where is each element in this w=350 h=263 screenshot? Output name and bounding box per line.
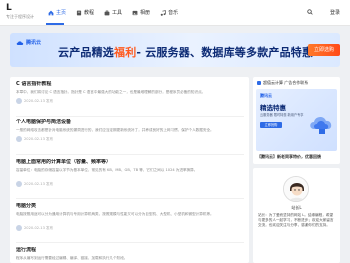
author-avatar <box>16 98 22 104</box>
nav-label: 音乐 <box>168 10 179 16</box>
post-meta: 2020-02-13 发布 <box>16 98 244 104</box>
nav-item-album[interactable]: 相册 <box>130 8 152 17</box>
list-item[interactable]: 运行流程 程序从编写到运行需要经过编辑、编译、链接、加载和执行几个阶段。 <box>16 247 244 263</box>
post-date: 2020-02-13 发布 <box>24 225 54 230</box>
nav-label: 教程 <box>84 10 95 16</box>
post-excerpt: 容量单位：电脑的存储容量以字节为基本单位，常见的有 KB、MB、GB、TB 等，… <box>16 168 198 172</box>
post-meta: 2020-02-13 发布 <box>16 225 244 231</box>
list-item[interactable]: 电脑分类 电脑按照用途可以分为通用计算机与专用计算机两类，按照规模与性能又可以分… <box>16 203 244 243</box>
sidebar-ad-header: 超值云计算 广告合作联系 <box>253 77 340 89</box>
list-item[interactable]: 电脑上面常用的计算单位（容量、频率等） 容量单位：电脑的存储容量以字节为基本单位… <box>16 159 244 199</box>
profile-card: 站长L 站长：为了爱而坚持的网站 L。结缘编程，希望与更多的人一起学习，不断进步… <box>253 168 340 263</box>
profile-name: 站长L <box>291 205 302 210</box>
logo-subtitle: 专注于程序设计 <box>6 14 34 19</box>
post-title[interactable]: 个人电脑保护与简洁设备 <box>16 119 244 126</box>
article-list: C 语言指针教程 本章中，我们将讨论 C 语言指针。指针是 C 语言中最强大的功… <box>10 77 249 263</box>
home-icon <box>48 10 54 15</box>
post-title[interactable]: 运行流程 <box>16 247 244 254</box>
post-excerpt: 电脑按照用途可以分为通用计算机与专用计算机两类，按照规模与性能又可以分为巨型机、… <box>16 212 214 216</box>
sidebar-ad-caption[interactable]: 【腾讯云】新老同享特价，优惠回馈 <box>257 154 321 160</box>
author-avatar <box>16 136 22 142</box>
book-icon <box>76 10 82 15</box>
sidebar-ad-header-text: 超值云计算 广告合作联系 <box>263 80 309 85</box>
search-icon[interactable] <box>307 9 313 15</box>
login-link[interactable]: 登录 <box>330 9 340 16</box>
list-item[interactable]: C 语言指针教程 本章中，我们将讨论 C 语言指针。指针是 C 语言中最强大的功… <box>16 81 244 117</box>
post-date: 2020-02-13 发布 <box>24 98 54 103</box>
sidebar-ad-image[interactable]: 腾讯云 精选特惠 云服务器 限时特惠 新用户专享 立即抢购 <box>256 89 337 151</box>
post-title[interactable]: 电脑上面常用的计算单位（容量、频率等） <box>16 159 244 166</box>
banner-text-before: 云产品精选 <box>58 46 114 59</box>
avatar-illustration-icon <box>284 177 308 201</box>
cloud-illustration-icon <box>310 116 332 134</box>
nav-item-music[interactable]: 音乐 <box>158 8 180 17</box>
banner-brand: 腾讯云 <box>16 39 41 46</box>
post-title[interactable]: C 语言指针教程 <box>16 81 244 88</box>
banner-headline: 云产品精选福利- 云服务器、数据库等多款产品特惠 <box>58 44 313 60</box>
toolbox-icon <box>104 10 110 15</box>
post-excerpt: 一般的网络攻击都是针对电脑系统的漏洞进行的，我们应当定期更新系统补丁，并养成良好… <box>16 128 214 132</box>
active-nav-indicator <box>46 23 64 25</box>
ad-badge-icon <box>257 81 261 85</box>
nav-label: 相册 <box>140 10 151 16</box>
nav-item-tools[interactable]: 工具 <box>102 8 124 17</box>
sidebar-ad-card: 超值云计算 广告合作联系 腾讯云 精选特惠 云服务器 限时特惠 新用户专享 立即… <box>253 77 340 164</box>
main-nav: 主页 教程 工具 相册 音乐 <box>46 8 180 25</box>
banner-text-after: - 云服务器、数据库等多款产品特惠 <box>136 46 314 59</box>
banner-buy-button[interactable]: 立即选购 <box>308 44 340 56</box>
post-title[interactable]: 电脑分类 <box>16 203 244 210</box>
banner-text-highlight: 福利 <box>114 46 137 59</box>
top-navigation-bar: L 专注于程序设计 主页 教程 工具 相册 音乐 登录 <box>0 0 350 26</box>
post-excerpt: 程序从编写到运行需要经过编辑、编译、链接、加载和执行几个阶段。 <box>16 256 128 260</box>
image-icon <box>132 10 138 15</box>
avatar[interactable] <box>283 176 309 202</box>
profile-bio: 站长：为了爱而坚持的网站 L。结缘编程，希望与更多的人一起学习，不断进步；欢迎大… <box>258 213 334 228</box>
post-date: 2020-02-13 发布 <box>24 181 54 186</box>
sidebar-ad-title: 精选特惠 <box>260 104 286 112</box>
nav-label: 工具 <box>112 10 123 16</box>
nav-label: 主页 <box>56 10 67 16</box>
sidebar-ad-subtitle: 云服务器 限时特惠 新用户专享 <box>260 113 304 117</box>
nav-item-home[interactable]: 主页 <box>46 8 68 17</box>
post-meta: 2020-02-13 发布 <box>16 136 244 142</box>
author-avatar <box>16 181 22 187</box>
promo-banner[interactable]: 腾讯云 云产品精选福利- 云服务器、数据库等多款产品特惠 立即选购 <box>10 33 340 67</box>
nav-item-tutorials[interactable]: 教程 <box>74 8 96 17</box>
post-meta: 2020-02-13 发布 <box>16 181 244 187</box>
sidebar-ad-brand: 腾讯云 <box>260 93 272 98</box>
logo-title: L <box>6 3 12 13</box>
post-excerpt: 本章中，我们将讨论 C 语言指针。指针是 C 语言中最强大的功能之一，也是最难理… <box>16 90 206 94</box>
site-logo[interactable]: L 专注于程序设计 <box>6 3 34 20</box>
cloud-logo-icon <box>16 40 24 45</box>
sidebar-ad-button[interactable]: 立即抢购 <box>260 122 282 128</box>
music-icon <box>160 9 166 16</box>
list-item[interactable]: 个人电脑保护与简洁设备 一般的网络攻击都是针对电脑系统的漏洞进行的，我们应当定期… <box>16 119 244 155</box>
post-date: 2020-02-13 发布 <box>24 136 54 141</box>
author-avatar <box>16 225 22 231</box>
banner-brand-name: 腾讯云 <box>26 40 42 46</box>
